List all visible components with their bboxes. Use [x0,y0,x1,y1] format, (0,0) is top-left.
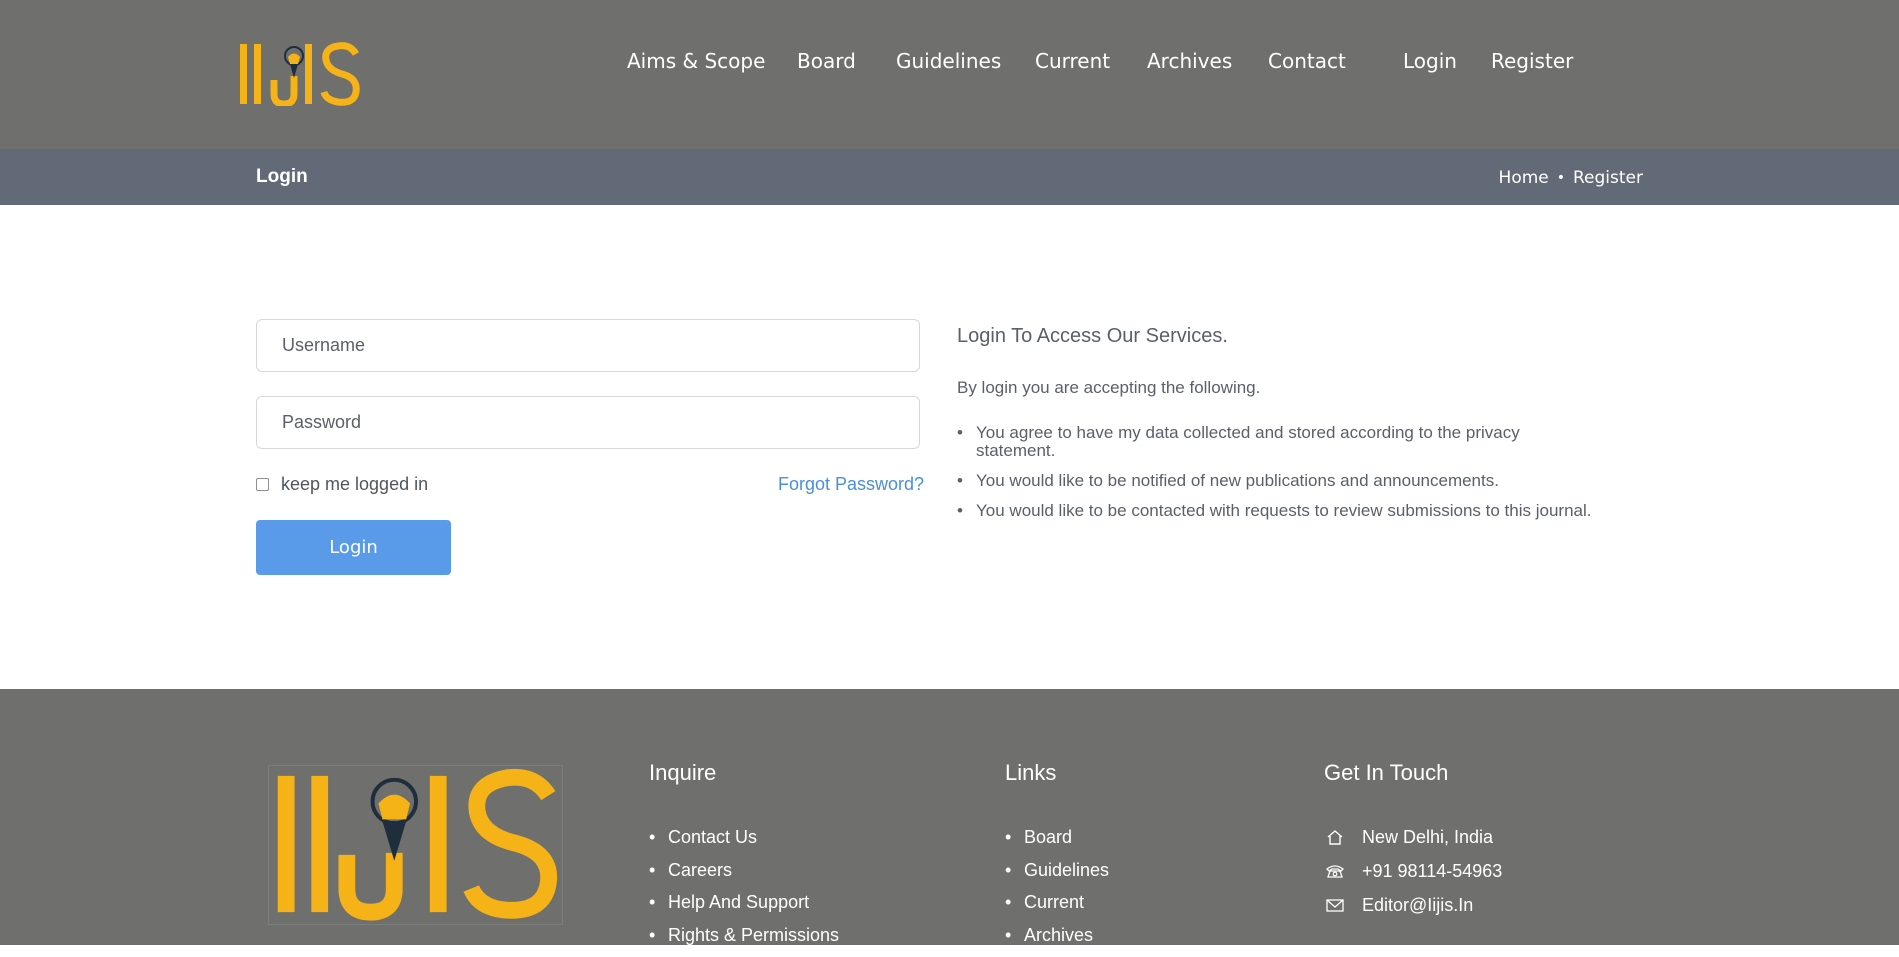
list-item: You would like to be notified of new pub… [957,472,1617,490]
site-footer: Inquire Contact Us Careers Help And Supp… [0,689,1899,945]
forgot-password-link[interactable]: Forgot Password? [778,474,924,495]
footer-link-help-support[interactable]: Help And Support [649,892,839,925]
footer-link-careers[interactable]: Careers [649,860,839,893]
nav-current[interactable]: Current [1035,49,1110,73]
breadcrumb-separator: • [1557,170,1565,186]
contact-address: New Delhi, India [1324,820,1502,854]
nav-contact[interactable]: Contact [1268,49,1346,73]
breadcrumb-current: Register [1573,168,1643,188]
site-logo[interactable] [238,40,362,106]
remember-label: keep me logged in [281,474,428,495]
phone-link[interactable]: +91 98114-54963 [1362,861,1502,882]
remember-checkbox[interactable] [256,478,269,491]
nav-register[interactable]: Register [1491,49,1573,73]
nav-login[interactable]: Login [1403,49,1457,73]
info-intro: By login you are accepting the following… [957,378,1260,398]
footer-link-current[interactable]: Current [1005,892,1109,925]
list-item: You would like to be contacted with requ… [957,502,1617,520]
phone-icon [1324,864,1346,878]
footer-inquire: Inquire Contact Us Careers Help And Supp… [649,760,839,957]
page-title-bar: Login Home • Register [0,149,1899,205]
remember-me[interactable]: keep me logged in [256,474,428,495]
footer-link-archives[interactable]: Archives [1005,925,1109,957]
home-icon [1324,829,1346,845]
footer-links-heading: Links [1005,760,1109,786]
username-input[interactable] [256,319,920,372]
footer-links: Links Board Guidelines Current Archives [1005,760,1109,957]
breadcrumb-home[interactable]: Home [1499,168,1549,188]
breadcrumb: Home • Register [1499,168,1643,188]
footer-link-contact-us[interactable]: Contact Us [649,827,839,860]
email-link[interactable]: Editor@Iijis.In [1362,895,1473,916]
mail-icon [1324,899,1346,912]
address-text: New Delhi, India [1362,827,1493,848]
contact-email: Editor@Iijis.In [1324,888,1502,922]
nav-guidelines[interactable]: Guidelines [896,49,1001,73]
nav-aims-scope[interactable]: Aims & Scope [627,49,765,73]
info-title: Login To Access Our Services. [957,325,1228,348]
terms-list: You agree to have my data collected and … [957,424,1617,532]
footer-link-board[interactable]: Board [1005,827,1109,860]
site-header: Aims & Scope Board Guidelines Current Ar… [0,0,1899,149]
login-button[interactable]: Login [256,520,451,575]
page-title: Login [256,166,308,188]
footer-link-guidelines[interactable]: Guidelines [1005,860,1109,893]
nav-board[interactable]: Board [797,49,856,73]
contact-phone: +91 98114-54963 [1324,854,1502,888]
footer-link-rights-permissions[interactable]: Rights & Permissions [649,925,839,957]
footer-inquire-heading: Inquire [649,760,839,786]
list-item: You agree to have my data collected and … [957,424,1557,460]
footer-contact: Get In Touch New Delhi, India +91 98114-… [1324,760,1502,922]
nav-archives[interactable]: Archives [1147,49,1232,73]
footer-contact-heading: Get In Touch [1324,760,1502,786]
footer-logo[interactable] [268,765,563,925]
password-input[interactable] [256,396,920,449]
